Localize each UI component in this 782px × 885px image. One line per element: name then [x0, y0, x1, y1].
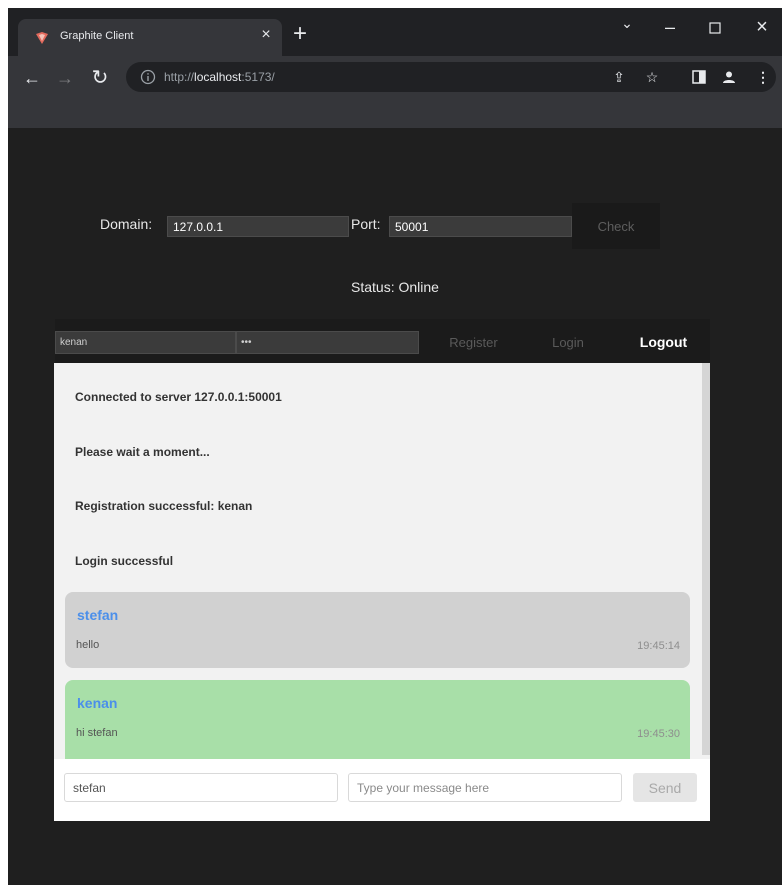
info-icon[interactable]: [140, 69, 156, 85]
server-settings-row: Domain: Port: Check: [8, 203, 782, 251]
side-panel-icon[interactable]: [690, 68, 708, 86]
tab-close-icon[interactable]: ×: [257, 25, 275, 45]
forward-arrow-icon[interactable]: →: [54, 68, 76, 90]
browser-tab[interactable]: Graphite Client ×: [18, 19, 282, 56]
page-content: Domain: Port: Check Status: Online Regis…: [8, 100, 782, 885]
username-input[interactable]: [55, 331, 236, 354]
system-message: Registration successful: kenan: [75, 499, 253, 513]
auth-row: Register Login Logout: [55, 319, 710, 365]
back-arrow-icon[interactable]: ←: [21, 68, 43, 90]
kebab-menu-icon[interactable]: ⋮: [754, 68, 772, 86]
message-username: kenan: [77, 695, 118, 711]
message-text: hi stefan: [76, 727, 118, 739]
recipient-input[interactable]: [64, 773, 338, 802]
reload-icon[interactable]: ↻: [89, 68, 111, 90]
chat-message-card: kenan hi stefan 19:45:30: [65, 680, 690, 759]
close-icon[interactable]: ×: [750, 16, 774, 40]
message-composer: Send: [54, 764, 710, 812]
message-list[interactable]: Connected to server 127.0.0.1:50001 Plea…: [54, 363, 710, 759]
new-tab-button[interactable]: +: [288, 22, 312, 47]
domain-input[interactable]: [167, 216, 349, 237]
login-button[interactable]: Login: [524, 319, 612, 365]
browser-window: Graphite Client × + ⌄ – × ← → ↻ http://l…: [8, 8, 782, 885]
check-button[interactable]: Check: [572, 203, 660, 249]
tab-strip: Graphite Client × + ⌄ – ×: [8, 8, 782, 56]
message-username: stefan: [77, 607, 119, 623]
tab-title: Graphite Client: [60, 30, 134, 42]
message-timestamp: 19:45:30: [637, 728, 680, 740]
tab-search-icon[interactable]: ⌄: [615, 15, 639, 39]
system-message: Login successful: [75, 554, 174, 568]
profile-icon[interactable]: [720, 68, 738, 86]
domain-label: Domain:: [100, 216, 153, 232]
logout-button[interactable]: Logout: [617, 319, 710, 365]
register-button[interactable]: Register: [427, 319, 520, 365]
maximize-icon[interactable]: [703, 16, 727, 40]
system-message: Please wait a moment...: [75, 445, 210, 459]
message-input[interactable]: [348, 773, 622, 802]
password-input[interactable]: [236, 331, 419, 354]
message-list-scrollbar[interactable]: [702, 363, 710, 755]
graphite-favicon-icon: [36, 32, 48, 44]
chat-message-card: stefan hello 19:45:14: [65, 592, 690, 668]
message-text: hello: [76, 639, 100, 651]
port-input[interactable]: [389, 216, 572, 237]
address-bar[interactable]: http://localhost:5173/ ⇪ ☆ ⋮: [126, 62, 776, 92]
star-icon[interactable]: ☆: [643, 68, 661, 86]
url-text: http://localhost:5173/: [164, 70, 275, 84]
browser-toolbar: ← → ↻ http://localhost:5173/ ⇪ ☆ ⋮: [8, 56, 782, 100]
port-label: Port:: [351, 216, 381, 232]
toolbar-extension: [8, 100, 782, 128]
share-icon[interactable]: ⇪: [610, 68, 628, 86]
message-timestamp: 19:45:14: [637, 640, 680, 652]
send-button[interactable]: Send: [633, 773, 697, 802]
status-text: Status: Online: [351, 279, 439, 295]
minimize-icon[interactable]: –: [658, 16, 682, 40]
system-message: Connected to server 127.0.0.1:50001: [75, 390, 282, 404]
chat-panel: Connected to server 127.0.0.1:50001 Plea…: [54, 363, 710, 821]
